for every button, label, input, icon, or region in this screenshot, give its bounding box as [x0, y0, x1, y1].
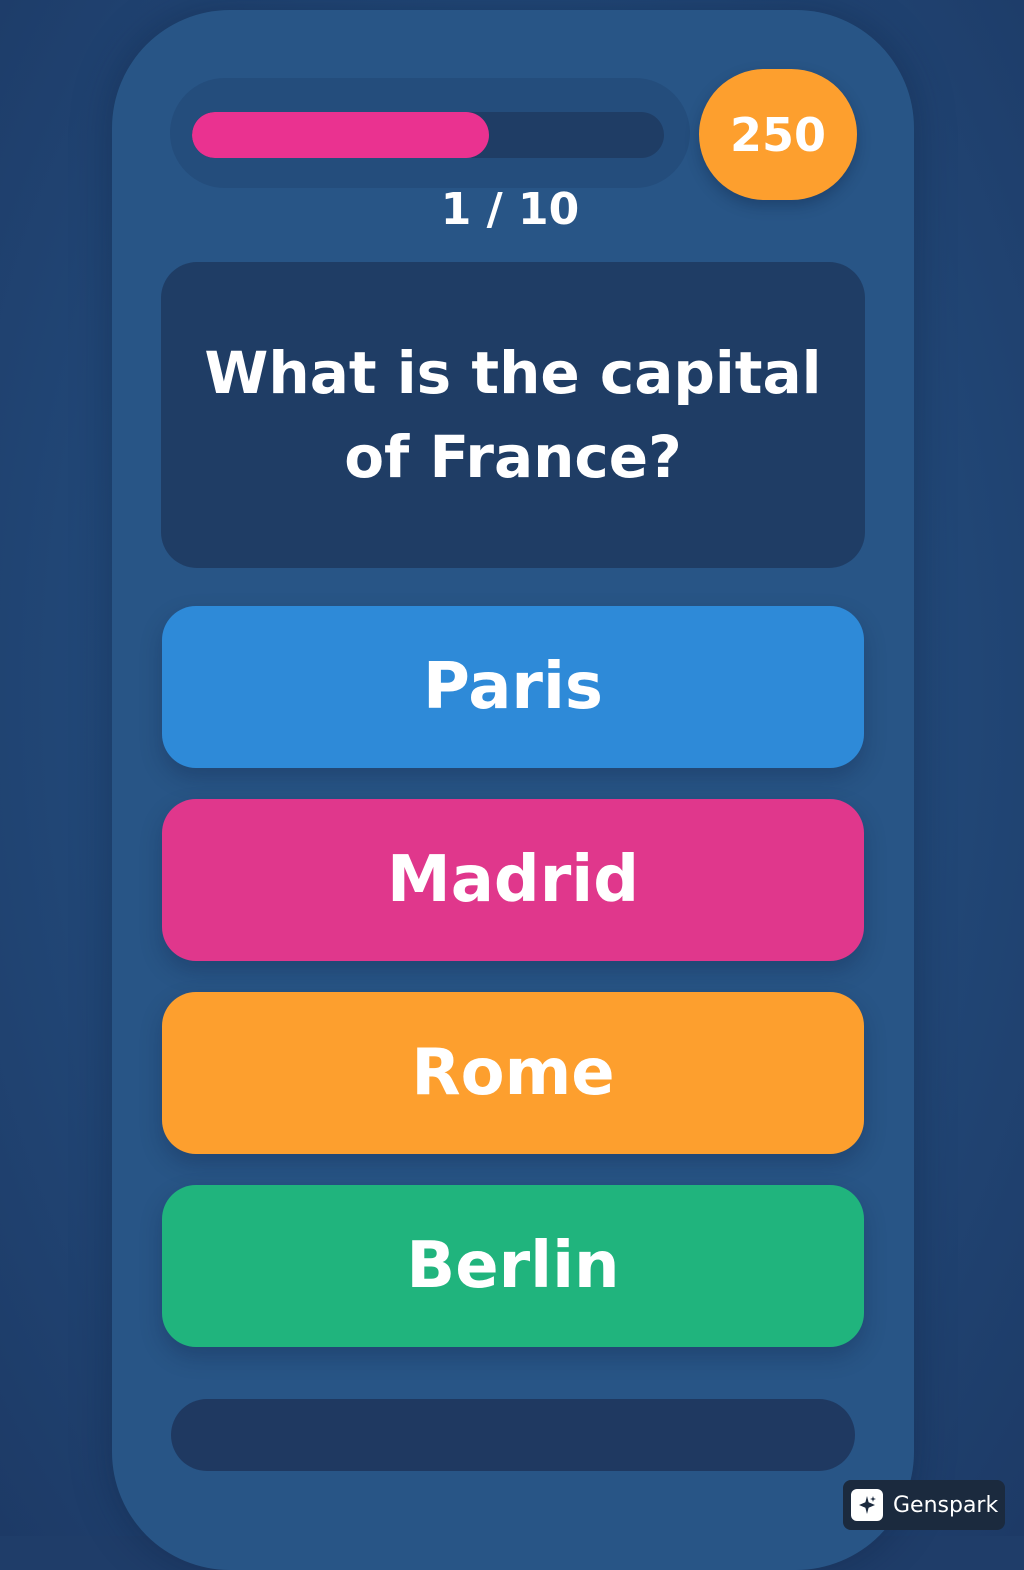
- answer-label: Rome: [411, 1036, 615, 1110]
- answer-label: Paris: [423, 650, 603, 724]
- progress-bar: [192, 112, 664, 158]
- answer-button-paris[interactable]: Paris: [162, 606, 864, 768]
- answer-label: Berlin: [406, 1229, 620, 1303]
- question-card: What is the capital of France?: [161, 262, 865, 568]
- sparkle-icon: [851, 1489, 883, 1521]
- answer-label: Madrid: [387, 843, 639, 917]
- question-text: What is the capital of France?: [204, 339, 822, 491]
- bottom-bar: [171, 1399, 855, 1471]
- watermark-label: Genspark: [893, 1492, 999, 1518]
- progress-bar-fill: [192, 112, 490, 158]
- genspark-watermark: Genspark: [843, 1480, 1005, 1530]
- score-value: 250: [729, 107, 827, 162]
- question-counter: 1 / 10: [440, 184, 580, 235]
- answer-button-berlin[interactable]: Berlin: [162, 1185, 864, 1347]
- score-badge: 250: [699, 69, 857, 200]
- answer-button-madrid[interactable]: Madrid: [162, 799, 864, 961]
- answer-button-rome[interactable]: Rome: [162, 992, 864, 1154]
